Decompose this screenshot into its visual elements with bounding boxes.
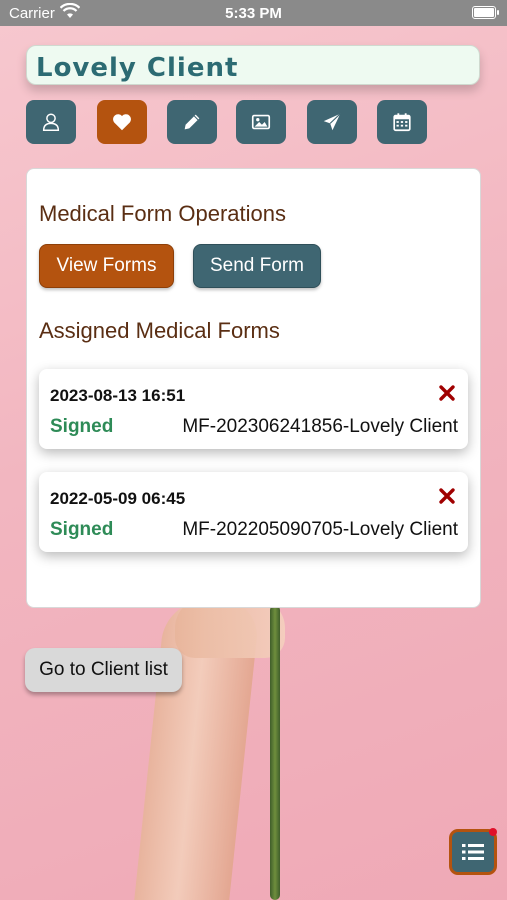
notes-button[interactable] [167, 100, 217, 144]
go-to-client-list-button[interactable]: Go to Client list [25, 648, 182, 692]
send-button[interactable] [307, 100, 357, 144]
status-bar: Carrier 5:33 PM [0, 0, 507, 26]
background-flower-stem [270, 605, 280, 900]
calendar-button[interactable] [377, 100, 427, 144]
floating-menu-button[interactable] [449, 828, 497, 875]
medical-button[interactable] [97, 100, 147, 144]
image-icon [251, 114, 271, 130]
form-status: Signed [50, 416, 114, 437]
form-name: MF-202306241856-Lovely Client [182, 416, 458, 437]
calendar-icon [393, 113, 411, 132]
medical-forms-card: Medical Form Operations View Forms Send … [26, 168, 481, 608]
profile-button[interactable] [26, 100, 76, 144]
client-name-field[interactable]: Lovely Client [26, 45, 480, 85]
clock: 5:33 PM [225, 5, 282, 22]
form-list-item[interactable]: 2022-05-09 06:45 Signed MF-202205090705-… [39, 472, 468, 552]
operations-title: Medical Form Operations [39, 201, 286, 226]
battery-icon [472, 6, 499, 19]
send-form-button[interactable]: Send Form [193, 244, 321, 288]
form-date: 2023-08-13 16:51 [50, 386, 186, 405]
form-name: MF-202205090705-Lovely Client [182, 519, 458, 540]
pencil-icon [184, 114, 200, 130]
delete-icon[interactable] [438, 384, 456, 402]
paper-plane-icon [323, 113, 341, 131]
list-icon [462, 844, 484, 860]
view-forms-button[interactable]: View Forms [39, 244, 174, 288]
photos-button[interactable] [236, 100, 286, 144]
heart-icon [113, 114, 131, 131]
form-list-item[interactable]: 2023-08-13 16:51 Signed MF-202306241856-… [39, 369, 468, 449]
form-status: Signed [50, 519, 114, 540]
assigned-forms-title: Assigned Medical Forms [39, 318, 280, 343]
user-icon [42, 113, 60, 131]
notification-dot [489, 828, 497, 836]
delete-icon[interactable] [438, 487, 456, 505]
form-date: 2022-05-09 06:45 [50, 489, 186, 508]
